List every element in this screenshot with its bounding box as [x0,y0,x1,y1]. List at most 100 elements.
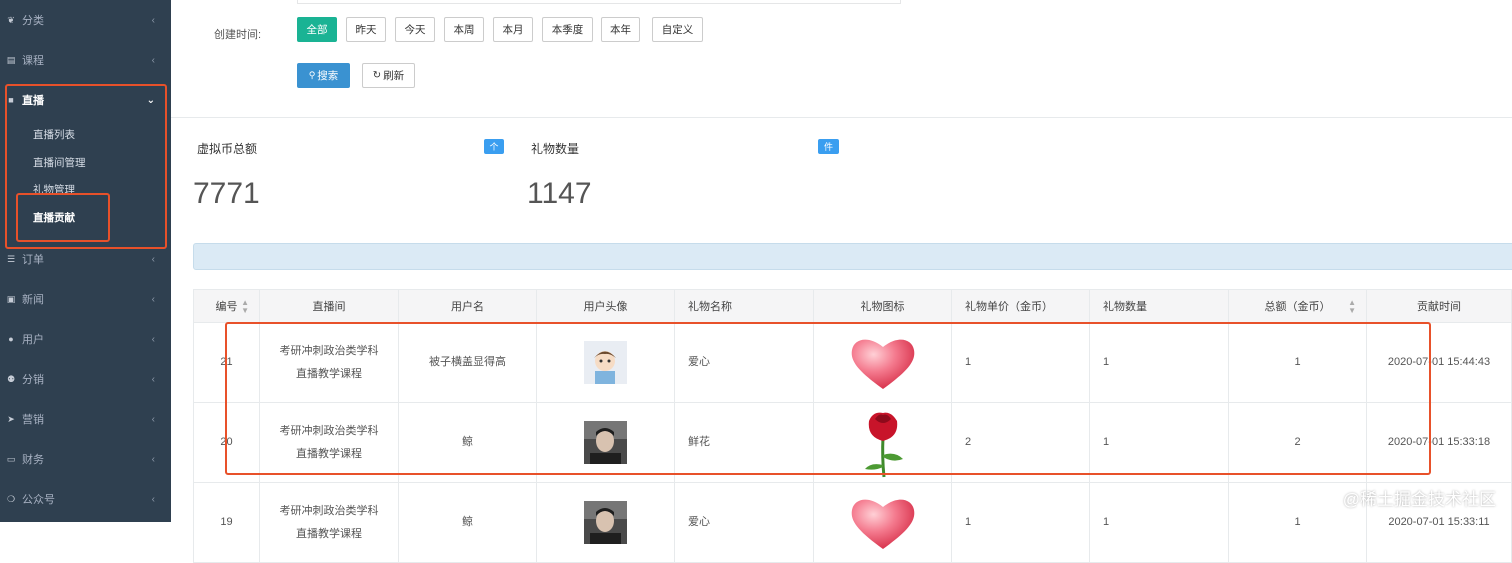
search-icon: ⚲ [308,70,316,80]
sidebar-subitem-live-list[interactable]: 直播列表 [33,127,75,142]
col-username: 用户名 [398,289,537,323]
cell-total: 1 [1228,322,1367,403]
col-quantity: 礼物数量 [1089,289,1229,323]
col-username-label: 用户名 [451,301,484,313]
cell-room: 考研冲刺政治类学科 直播教学课程 [259,402,399,483]
sidebar-item-distribution[interactable]: ⚉ 分销 ‹ [0,359,171,399]
chevron-left-icon: ‹ [151,453,155,465]
video-icon: ■ [8,95,14,105]
cell-gift-icon [813,482,952,563]
sidebar-item-label: 直播 [22,95,44,107]
col-gift-icon-label: 礼物图标 [860,301,905,313]
photo-avatar [584,421,627,464]
range-today-button[interactable]: 今天 [395,17,435,42]
coin-total-value: 7771 [193,177,260,210]
range-custom-button[interactable]: 自定义 [652,17,703,42]
range-week-button[interactable]: 本周 [444,17,484,42]
sidebar-item-wechat[interactable]: ❍ 公众号 ‹ [0,479,171,519]
col-total[interactable]: 总额（金币） ▲ ▼ [1228,289,1367,323]
sidebar-item-order[interactable]: ☰ 订单 ‹ [0,239,171,279]
sidebar-subitem-contribution[interactable]: 直播贡献 [33,210,75,225]
range-all-button[interactable]: 全部 [297,17,337,42]
col-gift-icon: 礼物图标 [813,289,952,323]
cell-avatar [536,402,675,483]
sidebar-item-finance[interactable]: ▭ 财务 ‹ [0,439,171,479]
col-unit-price-label: 礼物单价（金币） [965,301,1053,313]
cell-room: 考研冲刺政治类学科 直播教学课程 [259,482,399,563]
search-button[interactable]: ⚲ 搜索 [297,63,350,88]
col-id[interactable]: 编号 ▲ ▼ [193,289,260,323]
sidebar-subitem-live-room[interactable]: 直播间管理 [33,155,86,170]
range-yesterday-button[interactable]: 昨天 [346,17,386,42]
refresh-button-label: 刷新 [383,70,405,82]
photo-avatar [584,501,627,544]
sidebar-item-label: 公众号 [22,494,55,506]
heart-icon [851,499,914,549]
sidebar-item-news[interactable]: ▣ 新闻 ‹ [0,279,171,319]
gift-count-value: 1147 [527,177,592,210]
sidebar-item-label: 订单 [22,254,44,266]
sidebar-item-live[interactable]: ■ 直播 ⌄ [0,80,171,120]
col-gift-name-label: 礼物名称 [688,301,732,313]
chevron-left-icon: ‹ [151,373,155,385]
chevron-down-icon: ⌄ [146,94,155,106]
range-year-button[interactable]: 本年 [601,17,640,42]
refresh-icon: ↻ [372,70,382,81]
refresh-button[interactable]: ↻ 刷新 [362,63,415,88]
cell-id: 21 [193,322,260,403]
cell-id: 19 [193,482,260,563]
col-time-label: 贡献时间 [1417,301,1461,313]
cell-avatar [536,322,675,403]
col-room-label: 直播间 [312,301,346,313]
cell-quantity: 1 [1089,482,1229,563]
sidebar-item-category[interactable]: ❦ 分类 ‹ [0,0,171,40]
image-icon: ▣ [6,293,16,304]
cell-room-line1: 考研冲刺政治类学科 [279,504,379,517]
sidebar-item-user[interactable]: ● 用户 ‹ [0,319,171,359]
table-row: 21 考研冲刺政治类学科 直播教学课程 被子横盖显得高 爱心 1 1 1 202… [193,322,1512,403]
cell-room-line2: 直播教学课程 [296,447,362,460]
col-avatar-label: 用户头像 [583,301,628,313]
heart-icon [851,339,914,389]
sidebar-item-label: 营销 [22,414,44,426]
cell-avatar [536,482,675,563]
users-icon: ⚉ [6,373,16,384]
sidebar-item-label: 新闻 [22,294,44,306]
sidebar-item-course[interactable]: ▤ 课程 ‹ [0,40,171,80]
sort-icon: ▲ ▼ [241,298,249,315]
cell-total: 2 [1228,402,1367,483]
cell-unit-price: 1 [951,322,1090,403]
cell-quantity: 1 [1089,402,1229,483]
col-room: 直播间 [259,289,399,323]
cell-username: 鲸 [398,482,537,563]
user-icon: ● [8,334,14,344]
search-button-label: 搜索 [317,70,339,82]
cell-gift-icon [813,402,952,483]
wechat-icon: ❍ [6,493,16,504]
chevron-left-icon: ‹ [151,54,155,66]
sidebar: ❦ 分类 ‹ ▤ 课程 ‹ ■ 直播 ⌄ 直播列表 直播间管理 礼物管理 直播贡… [0,0,171,522]
chevron-left-icon: ‹ [151,293,155,305]
cell-id: 20 [193,402,260,483]
sidebar-item-label: 课程 [22,55,44,67]
list-icon: ☰ [6,253,16,264]
range-month-button[interactable]: 本月 [493,17,533,42]
sidebar-subitem-gift[interactable]: 礼物管理 [33,182,75,197]
chevron-left-icon: ‹ [151,493,155,505]
cell-room-line1: 考研冲刺政治类学科 [279,424,379,437]
col-id-label: 编号 [215,301,238,313]
cell-gift-icon [813,322,952,403]
cell-gift-name: 鲜花 [674,402,814,483]
cartoon-avatar [584,341,627,384]
cell-unit-price: 1 [951,482,1090,563]
leaf-icon: ❦ [7,14,15,25]
col-total-label: 总额（金币） [1264,301,1331,313]
range-quarter-button[interactable]: 本季度 [542,17,593,42]
sidebar-item-label: 财务 [22,454,44,466]
rose-icon [864,412,903,477]
cell-time: 2020-07-01 15:33:18 [1366,402,1512,483]
sidebar-item-label: 用户 [22,334,44,346]
cell-gift-name: 爱心 [674,322,814,403]
sidebar-item-marketing[interactable]: ➤ 营销 ‹ [0,399,171,439]
cell-time: 2020-07-01 15:44:43 [1366,322,1512,403]
